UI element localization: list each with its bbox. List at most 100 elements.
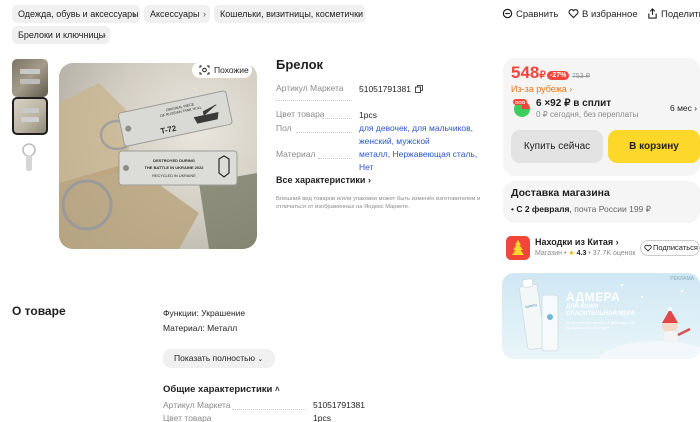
general-characteristics-title: Общие характеристики <box>163 384 273 395</box>
breadcrumb-label: Кошельки, визитницы, косметички <box>220 9 364 19</box>
split-amount: 6 ×92 ₽ в сплит <box>536 98 612 109</box>
delivery-date: С 2 февраля <box>516 204 570 214</box>
subscribe-label: Подписаться <box>653 243 698 252</box>
main-product-photo[interactable]: ORIGINAL PIECE OF RUSSIAN TANK HULL T-72… <box>59 63 257 249</box>
similar-button[interactable]: Похожие <box>192 62 252 78</box>
discount-badge: -27% <box>547 71 570 80</box>
breadcrumb-wallets[interactable]: Кошельки, визитницы, косметички › <box>214 5 365 23</box>
delivery-price: 199 ₽ <box>629 204 652 214</box>
ad-title: АДМЕРА <box>566 290 621 304</box>
abroad-text: Из-за рубежа <box>511 84 567 94</box>
shop-reviews: 37.7K оценок <box>592 250 636 257</box>
shop-type: Магазин <box>535 250 563 257</box>
share-button[interactable]: Поделиться <box>647 8 700 20</box>
star-icon: ★ <box>568 250 575 257</box>
all-characteristics-link[interactable]: Все характеристики › <box>276 175 371 185</box>
subscribe-button[interactable]: Подписаться <box>640 240 700 256</box>
product-title: Брелок <box>276 57 324 72</box>
show-full-button[interactable]: Показать полностью ⌄ <box>163 349 275 368</box>
ad-smallprint: Не просто увлажняет, а действует на прич… <box>566 320 635 330</box>
thumbnail-2[interactable] <box>12 97 48 135</box>
general-value-article: 51051791381 <box>313 400 366 410</box>
delivery-title: Доставка магазина <box>511 187 610 199</box>
show-full-label: Показать полностью <box>174 353 255 363</box>
thumbnail-keyring-image <box>22 143 36 171</box>
split-logo-icon: ООО <box>513 99 530 117</box>
thumbnail-keychain-image <box>21 108 39 122</box>
thumbnail-keychain-image <box>20 69 40 84</box>
all-characteristics-label: Все характеристики <box>276 175 366 185</box>
price-value: 548 <box>511 63 540 82</box>
copy-icon[interactable] <box>415 85 424 93</box>
breadcrumb-label: Брелоки и ключницы <box>18 30 106 40</box>
spec-value-material-line2[interactable]: Нет <box>359 161 373 174</box>
split-months-selector[interactable]: 6 мес › <box>670 103 697 113</box>
chevron-down-icon: ⌄ <box>257 356 264 363</box>
shop-name-link[interactable]: Находки из Китая › <box>535 237 619 247</box>
breadcrumb-clothing[interactable]: Одежда, обувь и аксессуары › <box>12 5 140 23</box>
split-months-label: 6 мес <box>670 103 692 113</box>
thumbnail-3[interactable] <box>12 137 48 175</box>
ad-subtitle-line: ДЛЯ КОЖИ <box>566 304 599 310</box>
chevron-right-icon: › <box>103 30 106 40</box>
breadcrumb-accessories[interactable]: Аксессуары › <box>144 5 210 23</box>
abroad-label[interactable]: Из-за рубежа › <box>511 84 572 94</box>
delivery-info: • С 2 февраля, почта России 199 ₽ <box>511 204 652 214</box>
ad-subtitle: ДЛЯ КОЖИ СПАСИТЕЛЬНАЯ МЕРА <box>566 304 646 318</box>
delivery-method: почта России <box>574 204 627 214</box>
shop-logo-icon[interactable] <box>506 236 530 260</box>
similar-scan-icon <box>199 65 210 75</box>
heart-icon <box>568 9 579 19</box>
shop-name: Находки из Китая <box>535 237 614 247</box>
spec-value-material-line1[interactable]: металл, Нержавеющая сталь, <box>359 148 477 161</box>
spec-label-gender: Пол <box>276 123 292 133</box>
favorites-button[interactable]: В избранное <box>568 8 638 20</box>
thumbnail-1[interactable] <box>12 59 48 97</box>
tag-text-line: RECYCLED IN UKRAINE <box>152 174 196 178</box>
appearance-disclaimer: Внешний вид товаров и/или упаковки может… <box>276 196 481 210</box>
breadcrumb-label: Одежда, обувь и аксессуары <box>18 9 139 19</box>
about-section-title: О товаре <box>12 304 66 318</box>
chevron-right-icon: › <box>367 175 371 185</box>
breadcrumb-keychains[interactable]: Брелоки и ключницы › <box>12 26 110 44</box>
chevron-right-icon: › <box>569 84 573 94</box>
breadcrumb-label: Аксессуары <box>150 9 200 19</box>
price-currency: ₽ <box>539 70 546 81</box>
split-badge-text: ООО <box>515 100 526 105</box>
ad-label: РЕКЛАМА <box>670 276 694 282</box>
keychain-photo-image: ORIGINAL PIECE OF RUSSIAN TANK HULL T-72… <box>59 83 257 249</box>
general-value-color: 1pcs <box>313 413 331 422</box>
spec-divider <box>318 158 352 159</box>
heart-icon <box>644 244 652 252</box>
spec-divider <box>322 118 352 119</box>
spec-value-color: 1pcs <box>359 110 377 120</box>
ad-subtitle-line: СПАСИТЕЛЬНАЯ МЕРА <box>566 311 636 317</box>
chevron-up-icon: ˄ <box>275 385 280 394</box>
add-to-cart-button[interactable]: В корзину <box>608 130 700 163</box>
old-price: 753 ₽ <box>572 73 591 80</box>
chevron-right-icon: › <box>615 237 619 247</box>
compare-button[interactable]: Сравнить <box>502 8 558 20</box>
chevron-right-icon: › <box>203 9 206 19</box>
spec-value-gender-line1[interactable]: для девочек, для мальчиков, <box>359 122 473 135</box>
buy-now-button[interactable]: Купить сейчас <box>511 130 603 163</box>
spec-label-material: Материал <box>276 149 316 159</box>
spec-label-color: Цвет товара <box>276 109 325 119</box>
spec-value-gender-line2[interactable]: женский, мужской <box>359 135 430 148</box>
feature-line: Материал: Металл <box>163 323 238 333</box>
shop-rating: 4.3 <box>576 250 587 257</box>
current-price: 548₽ <box>511 63 546 83</box>
general-label-color: Цвет товара <box>163 413 212 422</box>
tag-text-line: THE BATTLE IN UKRAINE 2022 <box>144 165 204 170</box>
share-label: Поделиться <box>661 9 700 20</box>
article-number: 51051791381 <box>359 84 412 94</box>
general-label-article: Артикул Маркета <box>163 400 231 410</box>
general-characteristics-toggle[interactable]: Общие характеристики ˄ <box>163 384 280 395</box>
tag-text-line: DESTROYED DURING <box>153 158 195 163</box>
favorites-label: В избранное <box>582 9 638 20</box>
spec-divider <box>232 409 306 410</box>
share-icon <box>648 8 657 19</box>
chevron-right-icon: › <box>694 103 698 113</box>
shop-subinfo: Магазин • ★ 4.3 • 37.7K оценок <box>535 249 635 257</box>
compare-label: Сравнить <box>516 9 559 20</box>
